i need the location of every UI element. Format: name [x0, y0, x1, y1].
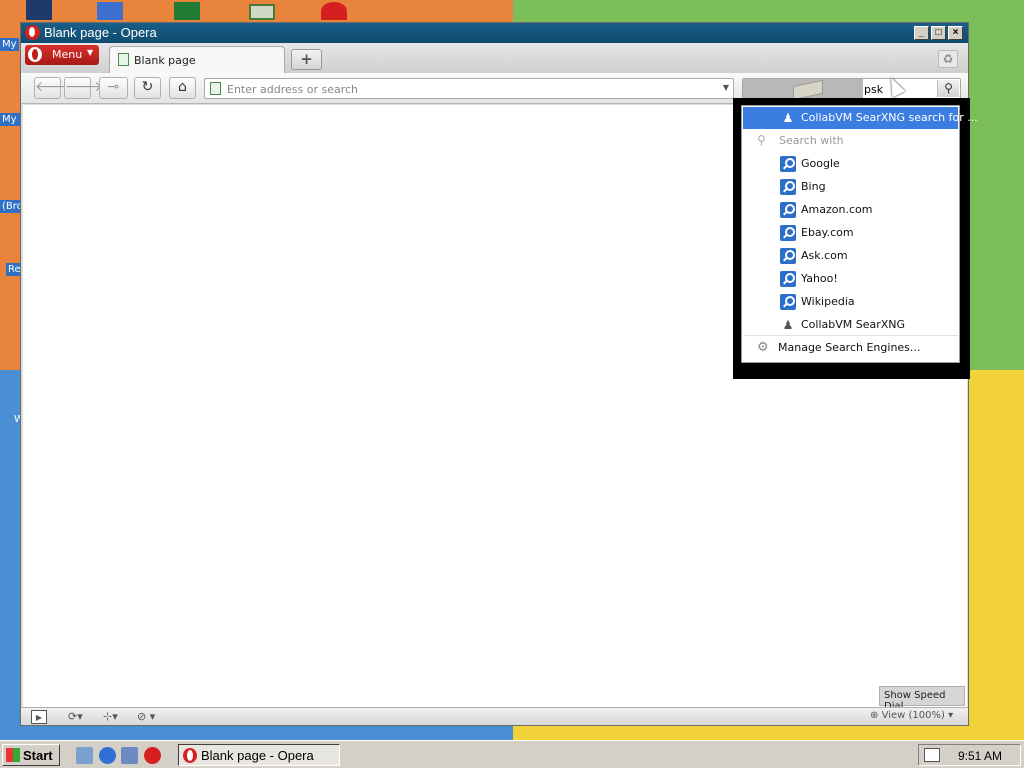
opera-logo-icon	[28, 47, 42, 62]
title-bar[interactable]: Blank page - Opera _ □ ×	[21, 23, 968, 43]
task-label: Blank page - Opera	[201, 748, 314, 763]
search-icon	[780, 271, 796, 287]
home-button[interactable]: ⌂	[169, 77, 196, 99]
engine-name: Google	[801, 157, 840, 170]
search-icon	[780, 156, 796, 172]
manage-label: Manage Search Engines...	[778, 341, 921, 354]
search-icon	[780, 248, 796, 264]
opera-logo-icon	[183, 748, 197, 763]
minimize-button[interactable]: _	[914, 26, 929, 40]
desktop-mail-icon[interactable]	[97, 2, 123, 20]
engine-item-wikipedia[interactable]: Wikipedia	[743, 291, 958, 313]
search-icon	[780, 179, 796, 195]
robot-icon: ♟	[782, 318, 794, 332]
tab-title: Blank page	[134, 54, 196, 67]
engine-name: Ebay.com	[801, 226, 854, 239]
search-with-label: Search with	[779, 134, 844, 147]
taskbar: Start Blank page - Opera 9:51 AM	[0, 740, 1024, 768]
engine-item-google[interactable]: Google	[743, 153, 958, 175]
engine-name: Bing	[801, 180, 826, 193]
window-title: Blank page - Opera	[44, 25, 157, 40]
gear-icon: ⚙	[757, 340, 769, 355]
search-icon: ⚲	[757, 133, 766, 147]
engine-item-ask[interactable]: Ask.com	[743, 245, 958, 267]
search-icon	[780, 202, 796, 218]
block-icon[interactable]: ⊘ ▾	[137, 710, 155, 724]
desktop-excel-icon[interactable]	[174, 2, 200, 20]
engine-name: CollabVM SearXNG	[801, 318, 906, 331]
search-suggestions-dropdown: ♟ CollabVM SearXNG search for ... ⚲ Sear…	[741, 105, 978, 363]
opera-logo-icon	[25, 25, 40, 40]
zoom-icon: ⊕	[870, 710, 879, 721]
zoom-control[interactable]: ⊕ View (100%) ▾	[870, 710, 953, 721]
turbo-icon[interactable]: ⊹▾	[103, 710, 118, 724]
show-speed-dial-button[interactable]: Show Speed Dial	[879, 686, 965, 712]
status-bar: ▶ ⟳▾ ⊹▾ ⊘ ▾ ⊕ View (100%) ▾	[21, 707, 968, 725]
key-button[interactable]: ⊸	[99, 77, 128, 99]
opera-menu-button[interactable]: Menu ▼	[25, 45, 99, 65]
quicklaunch-network-icon[interactable]	[121, 747, 138, 764]
engine-item-ebay[interactable]: Ebay.com	[743, 222, 958, 244]
panel-toggle-icon[interactable]: ▶	[31, 710, 47, 724]
chevron-down-icon: ▼	[87, 48, 94, 57]
system-tray: 9:51 AM	[918, 744, 1021, 766]
engine-name: Wikipedia	[801, 295, 855, 308]
chevron-down-icon[interactable]: ▼	[723, 83, 729, 92]
quicklaunch-ie-icon[interactable]	[99, 747, 116, 764]
page-icon	[118, 53, 129, 66]
search-box[interactable]: ⚲	[742, 78, 961, 99]
search-icon[interactable]: ⚲	[937, 80, 959, 97]
engine-item-yahoo[interactable]: Yahoo!	[743, 268, 958, 290]
close-button[interactable]: ×	[948, 26, 963, 40]
desktop-label[interactable]: My	[0, 38, 19, 51]
network-icon[interactable]	[924, 748, 940, 762]
back-button[interactable]: 🡐	[34, 77, 73, 99]
divider	[743, 335, 958, 336]
menu-label: Menu	[52, 48, 83, 61]
tab-blank-page[interactable]: Blank page	[109, 46, 285, 73]
suggestion-text: CollabVM SearXNG search for ...	[801, 111, 978, 124]
engine-name: Yahoo!	[801, 272, 838, 285]
windows-logo-icon	[6, 748, 20, 762]
reload-icon: ↻	[141, 79, 154, 95]
address-input[interactable]	[227, 81, 707, 97]
start-button[interactable]: Start	[2, 744, 60, 766]
maximize-button[interactable]: □	[931, 26, 946, 40]
sync-icon[interactable]: ⟳▾	[68, 710, 83, 724]
trash-icon[interactable]: ♻	[938, 50, 958, 68]
engine-item-amazon[interactable]: Amazon.com	[743, 199, 958, 221]
page-icon	[210, 82, 221, 95]
search-suggestion[interactable]: ♟ CollabVM SearXNG search for ...	[743, 107, 978, 129]
tab-strip: Menu ▼ Blank page + ♻	[21, 43, 968, 73]
search-icon	[780, 294, 796, 310]
arrow-right-icon: 🡒	[65, 79, 103, 95]
robot-icon: ♟	[782, 111, 794, 125]
quicklaunch-opera-icon[interactable]	[144, 747, 161, 764]
quicklaunch-desktop-icon[interactable]	[76, 747, 93, 764]
search-engine-selector[interactable]	[743, 79, 863, 98]
search-icon	[780, 225, 796, 241]
desktop-computer-icon[interactable]	[26, 0, 52, 20]
engine-name: Amazon.com	[801, 203, 873, 216]
new-tab-button[interactable]: +	[291, 49, 322, 70]
address-bar[interactable]: ▼	[204, 78, 734, 99]
engine-name: Ask.com	[801, 249, 848, 262]
engine-item-bing[interactable]: Bing	[743, 176, 958, 198]
reload-button[interactable]: ↻	[134, 77, 161, 99]
clock[interactable]: 9:51 AM	[958, 749, 1002, 763]
search-with-header: ⚲ Search with	[743, 130, 958, 152]
desktop-clock-icon[interactable]	[249, 4, 275, 20]
forward-button[interactable]: 🡒	[64, 77, 103, 99]
manage-search-engines[interactable]: ⚙ Manage Search Engines...	[743, 337, 958, 359]
start-label: Start	[23, 748, 53, 763]
robot-icon	[793, 79, 823, 98]
key-icon: ⊸	[107, 79, 120, 95]
desktop-opera-icon[interactable]	[321, 2, 347, 20]
engine-item-collabvm-searxng[interactable]: ♟ CollabVM SearXNG	[743, 314, 958, 336]
zoom-label: View (100%)	[881, 710, 945, 721]
home-icon: ⌂	[178, 79, 187, 95]
taskbar-opera-window[interactable]: Blank page - Opera	[178, 744, 340, 766]
